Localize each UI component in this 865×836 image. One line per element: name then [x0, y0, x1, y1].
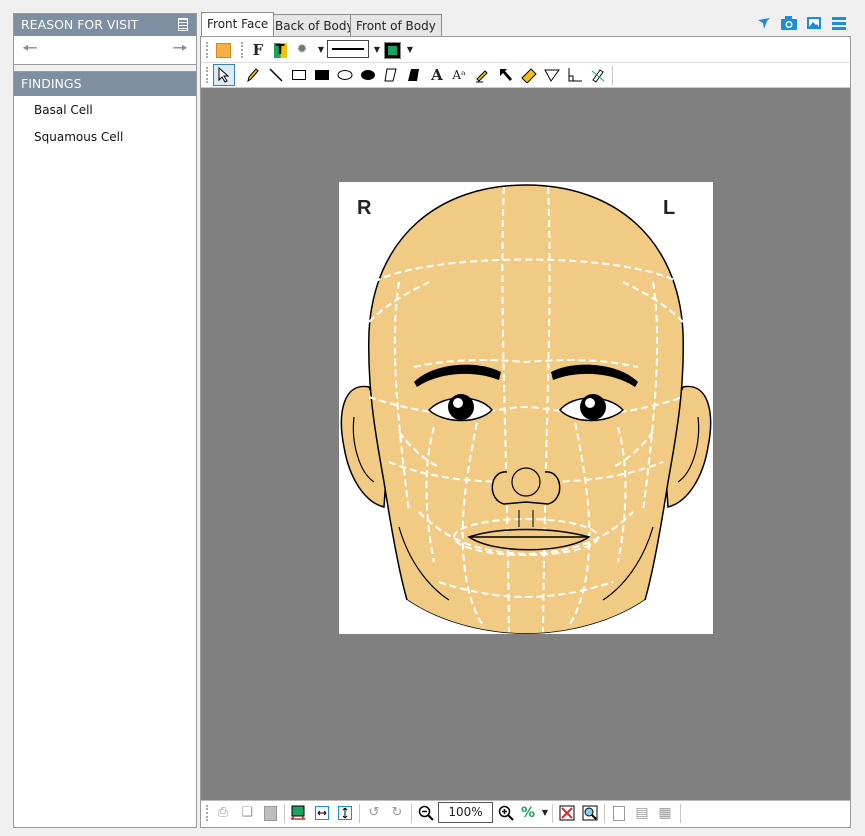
page-setup-icon[interactable] [262, 805, 278, 821]
right-angle-icon[interactable] [567, 67, 583, 83]
tab-back-of-body[interactable]: Back of Body [269, 14, 360, 36]
annotation-pen-icon[interactable] [475, 67, 491, 83]
zoom-out-icon[interactable] [418, 805, 434, 821]
reason-nav-row: 🠔 🠖 [14, 36, 196, 65]
camera-icon[interactable] [780, 15, 798, 31]
border-color-icon[interactable] [383, 41, 401, 59]
tab-label: Back of Body [275, 19, 354, 33]
angle-tool-icon[interactable] [544, 67, 560, 83]
right-side-marker: R [357, 197, 372, 219]
rectangle-outline-icon[interactable] [291, 67, 307, 83]
text-size-icon[interactable]: Aᵃ [451, 67, 467, 83]
toolbar-grip [206, 67, 210, 83]
chevron-down-icon[interactable]: ▼ [369, 42, 385, 58]
finding-item[interactable]: Basal Cell [34, 103, 93, 117]
menu-icon[interactable] [831, 15, 847, 31]
multi-page-icon[interactable]: ▦ [657, 805, 673, 821]
fullscreen-icon[interactable] [559, 805, 575, 821]
zoom-window-icon[interactable] [582, 805, 598, 821]
print-icon[interactable]: ⎙ [215, 805, 231, 821]
fit-width-icon[interactable] [314, 805, 330, 821]
line-style-select[interactable] [327, 40, 369, 58]
findings-header: FINDINGS [14, 72, 196, 96]
polygon-outline-icon[interactable] [383, 67, 399, 83]
toolbar-separator [612, 66, 613, 85]
fit-height-icon[interactable] [337, 805, 353, 821]
face-diagram[interactable]: R L [339, 182, 713, 634]
left-side-marker: L [663, 197, 676, 219]
reason-for-visit-header: REASON FOR VISIT [14, 14, 196, 36]
pointer-icon [218, 67, 230, 83]
document-icon[interactable] [178, 18, 188, 31]
percent-icon[interactable]: % [520, 805, 536, 821]
arrow-left-icon[interactable]: 🠔 [22, 38, 38, 60]
rotate-right-icon[interactable]: ↻ [389, 805, 405, 821]
tab-front-face[interactable]: Front Face [201, 12, 275, 36]
toolbar-grip [241, 42, 245, 58]
toolbar-separator [604, 804, 605, 823]
ruler-icon[interactable] [521, 67, 537, 83]
text-color-icon[interactable]: T [272, 42, 288, 58]
rotate-left-icon[interactable]: ↺ [366, 805, 382, 821]
pencil-icon[interactable] [245, 67, 261, 83]
chevron-down-icon[interactable]: ▼ [402, 42, 418, 58]
point-size-icon[interactable]: ✹ [294, 42, 310, 58]
rectangle-filled-icon[interactable] [314, 67, 330, 83]
arrow-tool-icon[interactable] [498, 67, 514, 83]
ellipse-filled-icon[interactable] [360, 67, 376, 83]
finding-item[interactable]: Squamous Cell [34, 130, 123, 144]
toolbar-separator [284, 804, 285, 823]
toolbar-separator [552, 804, 553, 823]
toolbar-grip [206, 805, 210, 821]
tab-front-of-body[interactable]: Front of Body [350, 14, 442, 36]
findings-title: FINDINGS [21, 76, 82, 91]
image-icon[interactable] [806, 15, 822, 31]
pin-icon[interactable] [756, 15, 772, 31]
face-illustration [339, 184, 713, 634]
toolbar-separator [359, 804, 360, 823]
text-tool-icon[interactable]: A [429, 67, 445, 83]
ellipse-outline-icon[interactable] [337, 67, 353, 83]
panel-gap [14, 65, 196, 72]
tab-label: Front of Body [356, 19, 436, 33]
fit-page-icon[interactable] [290, 805, 306, 821]
font-icon[interactable]: F [250, 42, 266, 58]
polygon-filled-icon[interactable] [406, 67, 422, 83]
eraser-icon[interactable] [590, 67, 606, 83]
zoom-input[interactable]: 100% [438, 802, 493, 823]
toolbar-separator [411, 804, 412, 823]
zoom-in-icon[interactable] [498, 805, 514, 821]
zoom-value: 100% [448, 805, 483, 819]
reason-for-visit-title: REASON FOR VISIT [21, 17, 139, 32]
print-preview-icon[interactable]: ❏ [239, 805, 255, 821]
line-tool-icon[interactable] [268, 67, 284, 83]
arrow-right-icon[interactable]: 🠖 [172, 38, 188, 60]
tab-label: Front Face [207, 17, 269, 31]
chevron-down-icon[interactable]: ▼ [537, 805, 553, 821]
single-page-icon[interactable] [611, 805, 627, 821]
fill-color-icon[interactable] [215, 42, 231, 58]
two-page-icon[interactable]: ▤ [634, 805, 650, 821]
toolbar-grip [206, 42, 210, 58]
toolbar-separator [680, 804, 681, 823]
